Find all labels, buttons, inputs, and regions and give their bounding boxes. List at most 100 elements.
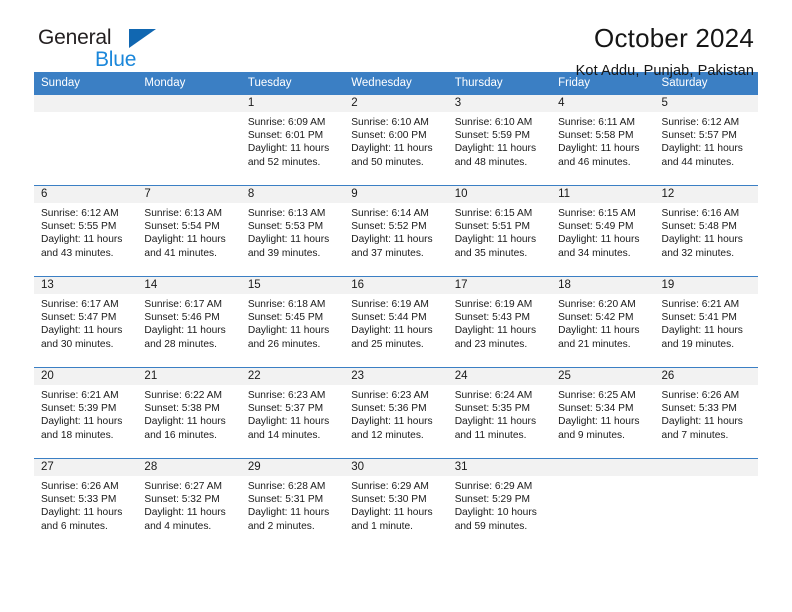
day-detail-line: and 25 minutes. (351, 338, 424, 350)
calendar-day-cell[interactable]: 19 Sunrise: 6:21 AM Sunset: 5:41 PM Dayligh… (654, 276, 758, 368)
day-cell-inner (137, 95, 241, 185)
calendar-day-cell[interactable]: 5 Sunrise: 6:12 AM Sunset: 5:57 PM Daylight… (654, 94, 758, 186)
calendar-week-row: 27 Sunrise: 6:26 AM Sunset: 5:33 PM Dayligh… (34, 458, 758, 549)
day-detail-line: Sunrise: 6:18 AM (247, 299, 326, 310)
day-detail-line: Daylight: 11 hours (661, 416, 743, 428)
day-detail-line: Sunset: 5:54 PM (144, 221, 220, 233)
calendar-day-cell[interactable]: 28 Sunrise: 6:27 AM Sunset: 5:32 PM Dayligh… (137, 458, 241, 549)
day-details: Sunrise: 6:13 AM Sunset: 5:54 PM Daylight:… (137, 203, 240, 260)
calendar-day-cell[interactable]: 16 Sunrise: 6:19 AM Sunset: 5:44 PM Dayligh… (344, 276, 448, 368)
calendar-day-cell[interactable]: 26 Sunrise: 6:26 AM Sunset: 5:33 PM Dayligh… (654, 367, 758, 459)
day-cell-inner: 25 Sunrise: 6:25 AM Sunset: 5:34 PM Dayligh… (551, 368, 655, 458)
day-cell-inner: 9 Sunrise: 6:14 AM Sunset: 5:52 PM Daylight… (344, 186, 448, 276)
day-detail-line: Sunset: 5:37 PM (247, 403, 324, 415)
calendar-day-cell[interactable]: 20 Sunrise: 6:21 AM Sunset: 5:39 PM Dayligh… (34, 367, 138, 459)
day-detail-line: Daylight: 11 hours (454, 234, 537, 246)
calendar-day-cell[interactable]: 13 Sunrise: 6:17 AM Sunset: 5:47 PM Dayligh… (34, 276, 138, 368)
general-blue-logo[interactable]: General Blue (34, 24, 224, 78)
calendar-day-cell[interactable]: 14 Sunrise: 6:17 AM Sunset: 5:46 PM Dayligh… (137, 276, 241, 368)
calendar-day-cell[interactable]: 21 Sunrise: 6:22 AM Sunset: 5:38 PM Dayligh… (137, 367, 241, 459)
day-detail-line: Daylight: 11 hours (247, 325, 330, 337)
day-detail-line: Daylight: 11 hours (351, 143, 433, 155)
day-number: 9 (344, 186, 448, 203)
calendar-day-cell[interactable]: 30 Sunrise: 6:29 AM Sunset: 5:30 PM Dayligh… (344, 458, 448, 549)
calendar-page: General Blue October 2024 Kot Addu, Punj… (0, 0, 792, 612)
calendar-day-cell[interactable]: 12 Sunrise: 6:16 AM Sunset: 5:48 PM Dayligh… (654, 185, 758, 277)
day-detail-line: and 26 minutes. (247, 338, 321, 350)
day-detail-line: Daylight: 11 hours (351, 325, 433, 337)
day-cell-inner: 11 Sunrise: 6:15 AM Sunset: 5:49 PM Dayligh… (551, 186, 655, 276)
calendar-day-cell[interactable]: 25 Sunrise: 6:25 AM Sunset: 5:34 PM Dayligh… (551, 367, 655, 459)
calendar-day-cell[interactable]: 9 Sunrise: 6:14 AM Sunset: 5:52 PM Daylight… (344, 185, 448, 277)
day-detail-line: Sunset: 5:32 PM (144, 494, 220, 506)
day-number: 30 (344, 459, 448, 476)
calendar-empty-cell (34, 94, 138, 186)
calendar-day-cell[interactable]: 11 Sunrise: 6:15 AM Sunset: 5:49 PM Dayligh… (551, 185, 655, 277)
day-details: Sunrise: 6:25 AM Sunset: 5:34 PM Daylight:… (551, 385, 654, 442)
day-detail-line: Daylight: 10 hours (454, 507, 537, 519)
day-detail-line: Daylight: 11 hours (144, 234, 226, 246)
day-detail-line: Sunset: 5:55 PM (41, 221, 117, 233)
day-details: Sunrise: 6:19 AM Sunset: 5:44 PM Daylight:… (344, 294, 447, 351)
day-details: Sunrise: 6:17 AM Sunset: 5:47 PM Daylight:… (34, 294, 137, 351)
day-number (137, 95, 241, 112)
calendar-day-cell[interactable]: 8 Sunrise: 6:13 AM Sunset: 5:53 PM Daylight… (240, 185, 345, 277)
day-number: 6 (34, 186, 138, 203)
day-number: 10 (447, 186, 552, 203)
calendar-day-cell[interactable]: 23 Sunrise: 6:23 AM Sunset: 5:36 PM Dayligh… (344, 367, 448, 459)
calendar-day-cell[interactable]: 6 Sunrise: 6:12 AM Sunset: 5:55 PM Daylight… (34, 185, 138, 277)
calendar-day-cell[interactable]: 2 Sunrise: 6:10 AM Sunset: 6:00 PM Daylight… (344, 94, 448, 186)
calendar-day-cell[interactable]: 27 Sunrise: 6:26 AM Sunset: 5:33 PM Dayligh… (34, 458, 138, 549)
day-details: Sunrise: 6:18 AM Sunset: 5:45 PM Daylight:… (241, 294, 344, 351)
day-number: 7 (137, 186, 241, 203)
day-detail-line: Daylight: 11 hours (41, 416, 123, 428)
day-detail-line: Sunset: 5:41 PM (661, 312, 737, 324)
day-details: Sunrise: 6:24 AM Sunset: 5:35 PM Daylight:… (448, 385, 551, 442)
day-detail-line: Daylight: 11 hours (661, 143, 743, 155)
day-detail-line: Sunset: 5:31 PM (247, 494, 324, 506)
day-detail-line: Sunrise: 6:22 AM (144, 390, 223, 401)
day-number: 16 (344, 277, 448, 294)
day-number: 15 (240, 277, 345, 294)
day-number: 1 (240, 95, 345, 112)
calendar-day-cell[interactable]: 4 Sunrise: 6:11 AM Sunset: 5:58 PM Daylight… (551, 94, 655, 186)
day-detail-line: Sunset: 5:46 PM (144, 312, 220, 324)
calendar-day-cell[interactable]: 17 Sunrise: 6:19 AM Sunset: 5:43 PM Dayligh… (447, 276, 552, 368)
day-detail-line: Sunset: 5:42 PM (558, 312, 634, 324)
day-cell-inner: 5 Sunrise: 6:12 AM Sunset: 5:57 PM Daylight… (654, 95, 758, 185)
day-details (137, 112, 240, 116)
day-detail-line: and 37 minutes. (351, 247, 424, 259)
day-details: Sunrise: 6:12 AM Sunset: 5:55 PM Daylight:… (34, 203, 137, 260)
day-detail-line: Sunrise: 6:27 AM (144, 481, 223, 492)
day-detail-line: and 35 minutes. (454, 247, 528, 259)
day-details: Sunrise: 6:09 AM Sunset: 6:01 PM Daylight:… (241, 112, 344, 169)
day-number: 5 (654, 95, 758, 112)
day-detail-line: and 48 minutes. (454, 156, 528, 168)
day-details (34, 112, 137, 116)
calendar-day-cell[interactable]: 7 Sunrise: 6:13 AM Sunset: 5:54 PM Daylight… (137, 185, 241, 277)
page-header: General Blue October 2024 Kot Addu, Punj… (34, 0, 758, 79)
day-details (551, 476, 654, 480)
day-number: 31 (447, 459, 552, 476)
day-number: 19 (654, 277, 758, 294)
day-cell-inner: 23 Sunrise: 6:23 AM Sunset: 5:36 PM Dayligh… (344, 368, 448, 458)
day-cell-inner: 31 Sunrise: 6:29 AM Sunset: 5:29 PM Dayligh… (447, 459, 552, 549)
calendar-day-cell[interactable]: 18 Sunrise: 6:20 AM Sunset: 5:42 PM Dayligh… (551, 276, 655, 368)
day-cell-inner: 1 Sunrise: 6:09 AM Sunset: 6:01 PM Daylight… (240, 95, 345, 185)
day-detail-line: Sunrise: 6:25 AM (558, 390, 636, 401)
calendar-day-cell[interactable]: 29 Sunrise: 6:28 AM Sunset: 5:31 PM Dayligh… (240, 458, 345, 549)
day-detail-line: Sunset: 5:39 PM (41, 403, 117, 415)
day-details: Sunrise: 6:21 AM Sunset: 5:41 PM Daylight:… (655, 294, 758, 351)
calendar-day-cell[interactable]: 31 Sunrise: 6:29 AM Sunset: 5:29 PM Dayligh… (447, 458, 552, 549)
day-cell-inner: 7 Sunrise: 6:13 AM Sunset: 5:54 PM Daylight… (137, 186, 241, 276)
day-number: 4 (551, 95, 655, 112)
calendar-day-cell[interactable]: 1 Sunrise: 6:09 AM Sunset: 6:01 PM Daylight… (240, 94, 345, 186)
day-cell-inner: 14 Sunrise: 6:17 AM Sunset: 5:46 PM Dayligh… (137, 277, 241, 367)
calendar-day-cell[interactable]: 3 Sunrise: 6:10 AM Sunset: 5:59 PM Daylight… (447, 94, 552, 186)
day-detail-line: and 21 minutes. (558, 338, 631, 350)
calendar-day-cell[interactable]: 10 Sunrise: 6:15 AM Sunset: 5:51 PM Dayligh… (447, 185, 552, 277)
day-detail-line: Sunset: 5:36 PM (351, 403, 427, 415)
calendar-day-cell[interactable]: 15 Sunrise: 6:18 AM Sunset: 5:45 PM Dayligh… (240, 276, 345, 368)
calendar-day-cell[interactable]: 24 Sunrise: 6:24 AM Sunset: 5:35 PM Dayligh… (447, 367, 552, 459)
calendar-day-cell[interactable]: 22 Sunrise: 6:23 AM Sunset: 5:37 PM Dayligh… (240, 367, 345, 459)
